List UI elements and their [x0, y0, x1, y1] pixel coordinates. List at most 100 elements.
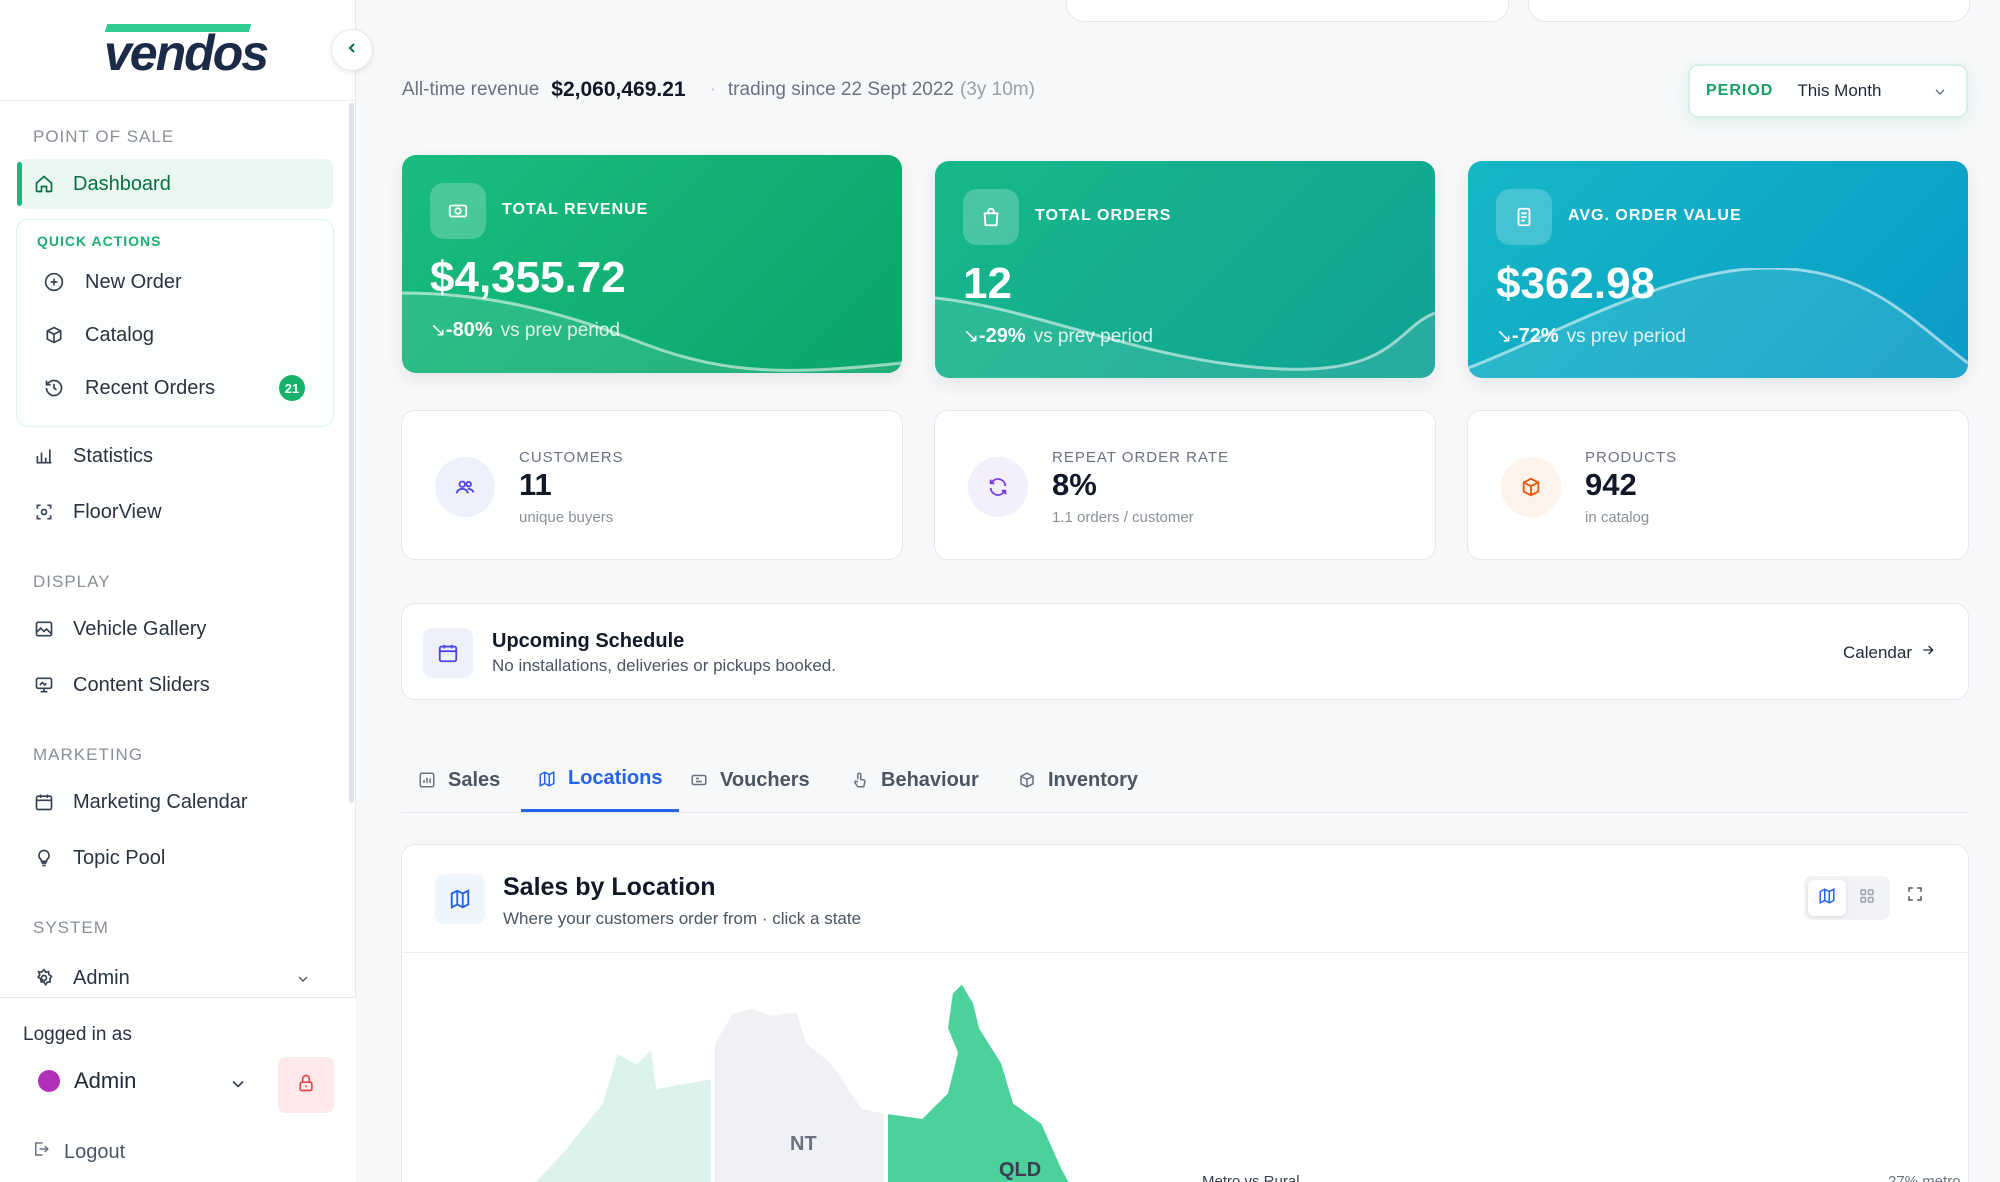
tab-sales[interactable]: Sales	[401, 748, 517, 812]
chart-icon	[418, 771, 436, 789]
logo-area: vendos	[0, 0, 355, 101]
sidebar-nav: POINT OF SALE Dashboard QUICK ACTIONS Ne…	[0, 101, 350, 996]
kpi-value: 12	[963, 259, 1012, 308]
image-icon	[33, 618, 55, 640]
kpi-value: $362.98	[1496, 259, 1656, 308]
kpi-total-revenue[interactable]: TOTAL REVENUE $4,355.72 ↘-80% vs prev per…	[402, 155, 902, 373]
calendar-link[interactable]: Calendar	[1843, 642, 1936, 663]
user-name: Admin	[74, 1068, 137, 1093]
australia-map[interactable]	[402, 953, 1970, 1182]
sidebar-item-label: Content Sliders	[73, 673, 210, 696]
map-icon	[1818, 887, 1836, 910]
plus-circle-icon	[43, 271, 65, 293]
sidebar-item-topic-pool[interactable]: Topic Pool	[17, 833, 333, 883]
sidebar-item-dashboard[interactable]: Dashboard	[17, 159, 333, 209]
chevron-down-icon[interactable]	[228, 1074, 248, 1099]
catalog-icon	[43, 324, 65, 346]
tab-inventory[interactable]: Inventory	[1001, 748, 1155, 812]
period-select[interactable]: PERIOD This Month	[1688, 64, 1968, 118]
receipt-icon	[1496, 189, 1552, 245]
kpi-delta-suffix: vs prev period	[1566, 326, 1686, 347]
location-card-header: Sales by Location Where your customers o…	[402, 845, 1968, 953]
quick-action-catalog[interactable]: Catalog	[25, 312, 325, 358]
kpi-avg-order-value[interactable]: AVG. ORDER VALUE $362.98 ↘-72% vs prev pe…	[1468, 161, 1968, 378]
logout-button[interactable]: Logout	[32, 1140, 125, 1164]
map-view-button[interactable]	[1808, 880, 1846, 916]
lock-icon	[296, 1073, 316, 1098]
sidebar-item-statistics[interactable]: Statistics	[17, 431, 333, 481]
view-toggle	[1804, 876, 1890, 920]
tab-locations[interactable]: Locations	[521, 748, 680, 812]
bar-chart-icon	[33, 445, 55, 467]
sidebar-collapse-button[interactable]	[331, 29, 373, 71]
quick-action-recent-orders[interactable]: Recent Orders 21	[25, 365, 325, 411]
brand-logo[interactable]: vendos	[104, 24, 269, 78]
stat-sub: in catalog	[1585, 509, 1650, 526]
stat-sub: unique buyers	[519, 509, 614, 526]
kpi-label: AVG. ORDER VALUE	[1568, 207, 1742, 224]
section-label-display: DISPLAY	[33, 572, 111, 591]
stat-customers[interactable]: CUSTOMERS 11 unique buyers	[401, 410, 903, 560]
recent-orders-badge: 21	[279, 375, 305, 401]
tab-behaviour[interactable]: Behaviour	[834, 748, 996, 812]
stat-label: PRODUCTS	[1585, 449, 1678, 466]
stat-products[interactable]: PRODUCTS 942 in catalog	[1467, 410, 1969, 560]
stat-sub: 1.1 orders / customer	[1052, 509, 1194, 526]
chevron-down-icon	[295, 970, 311, 993]
users-icon	[435, 457, 495, 517]
kpi-delta-value: -72%	[1511, 325, 1559, 347]
sidebar-item-admin[interactable]: Admin	[17, 953, 333, 996]
expand-button[interactable]	[1906, 885, 1924, 908]
location-subtitle: Where your customers order from · click …	[503, 909, 862, 928]
top-card-stub	[1066, 0, 1509, 22]
sidebar-item-vehicle-gallery[interactable]: Vehicle Gallery	[17, 604, 333, 654]
kpi-label: TOTAL REVENUE	[502, 201, 649, 218]
tab-vouchers[interactable]: Vouchers	[673, 748, 827, 812]
stat-label: CUSTOMERS	[519, 449, 624, 466]
all-time-label: All-time revenue	[402, 79, 540, 100]
main-content: All-time revenue $2,060,469.21 · trading…	[356, 0, 2000, 1182]
quick-action-new-order[interactable]: New Order	[25, 259, 325, 305]
trading-since: trading since 22 Sept 2022	[727, 79, 954, 100]
money-icon	[430, 183, 486, 239]
trading-duration: (3y 10m)	[959, 79, 1035, 100]
dashboard-tabs: Sales Locations Vouchers Behaviour Inven…	[401, 748, 1969, 813]
kpi-label: TOTAL ORDERS	[1035, 207, 1172, 224]
separator-dot: ·	[709, 79, 716, 100]
sidebar-item-label: Dashboard	[73, 172, 171, 195]
user-selector[interactable]: Admin	[38, 1068, 136, 1094]
shopping-bag-icon	[963, 189, 1019, 245]
sidebar-scrollbar[interactable]	[349, 103, 354, 803]
all-time-value: $2,060,469.21	[551, 78, 686, 101]
refresh-icon	[968, 457, 1028, 517]
stat-repeat-order-rate[interactable]: REPEAT ORDER RATE 8% 1.1 orders / custom…	[934, 410, 1436, 560]
grid-view-button[interactable]	[1848, 880, 1886, 916]
logged-in-label: Logged in as	[23, 1024, 132, 1045]
quick-action-label: New Order	[85, 270, 182, 293]
sidebar-footer: Logged in as Admin Logout	[0, 997, 356, 1182]
map-label-nt: NT	[790, 1133, 817, 1155]
kpi-total-orders[interactable]: TOTAL ORDERS 12 ↘-29% vs prev period	[935, 161, 1435, 378]
user-avatar	[38, 1070, 60, 1092]
sidebar-item-content-sliders[interactable]: Content Sliders	[17, 660, 333, 710]
arrow-right-icon	[1920, 642, 1936, 663]
upcoming-schedule-card: Upcoming Schedule No installations, deli…	[401, 603, 1969, 700]
tab-label: Inventory	[1048, 768, 1139, 791]
section-label-marketing: MARKETING	[33, 745, 144, 764]
sidebar-item-floorview[interactable]: FloorView	[17, 487, 333, 537]
lock-button[interactable]	[278, 1057, 334, 1113]
section-label-system: SYSTEM	[33, 918, 109, 937]
kpi-delta-value: -29%	[978, 325, 1026, 347]
calendar-icon	[423, 628, 473, 678]
grid-icon	[1858, 887, 1876, 910]
quick-actions-panel: QUICK ACTIONS New Order Catalog Recent O…	[16, 219, 334, 427]
logout-label: Logout	[64, 1140, 126, 1163]
top-card-stub	[1528, 0, 1970, 22]
section-label-pos: POINT OF SALE	[33, 127, 175, 146]
stat-value: 942	[1585, 467, 1637, 502]
stat-value: 8%	[1052, 467, 1097, 502]
history-icon	[43, 377, 65, 399]
period-value: This Month	[1797, 81, 1882, 100]
map-label-qld: QLD	[999, 1159, 1042, 1181]
sidebar-item-marketing-calendar[interactable]: Marketing Calendar	[17, 777, 333, 827]
